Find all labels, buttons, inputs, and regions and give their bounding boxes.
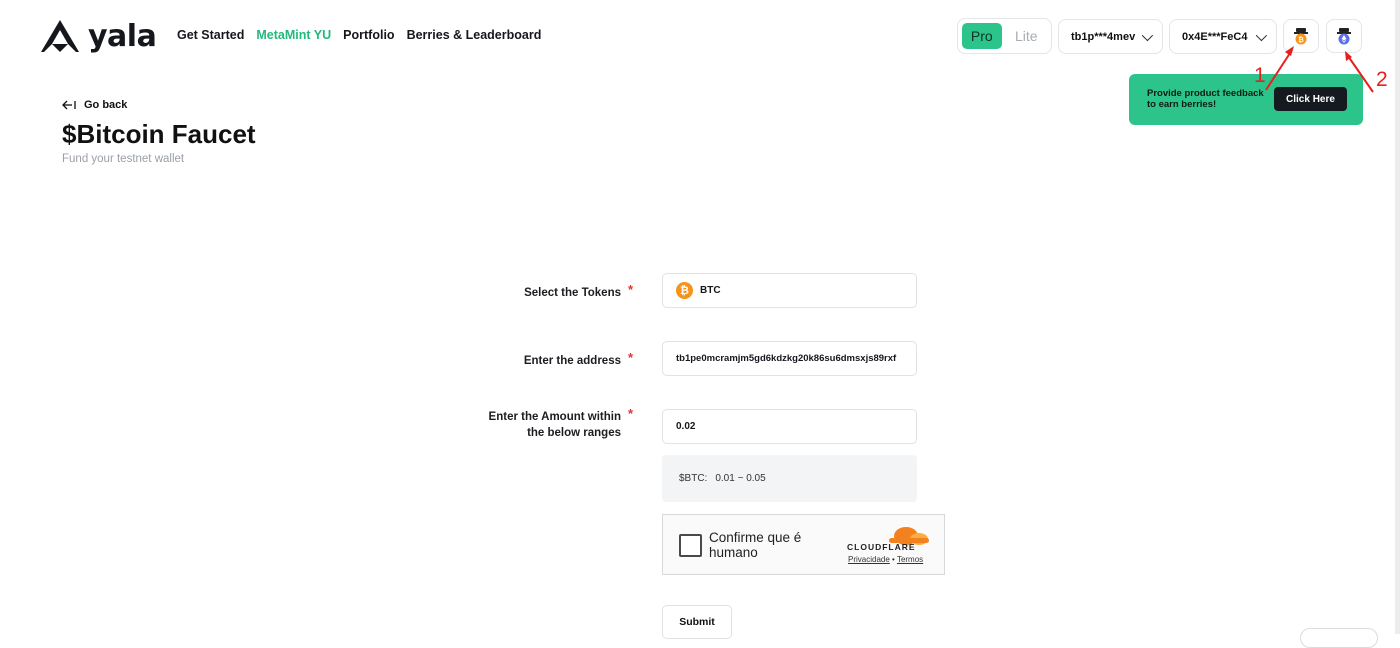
token-select[interactable]: ₿ BTC xyxy=(662,273,917,308)
page-title: $Bitcoin Faucet xyxy=(62,119,256,149)
amount-range-info: $BTC: 0.01 ~ 0.05 xyxy=(662,455,917,502)
brand-name: yala xyxy=(88,18,157,54)
svg-text:₿: ₿ xyxy=(1298,36,1304,44)
feedback-click-here-button[interactable]: Click Here xyxy=(1274,87,1347,111)
chevron-down-icon xyxy=(1141,29,1154,41)
token-label: Select the Tokens xyxy=(524,287,621,299)
link-separator: • xyxy=(892,555,895,564)
range-token: $BTC: xyxy=(679,473,708,484)
evm-wallet-address: 0x4E***FeC4 xyxy=(1182,30,1248,43)
address-label: Enter the address xyxy=(523,355,621,367)
nav-get-started[interactable]: Get Started xyxy=(177,28,244,42)
amount-label: Enter the Amount within the below ranges xyxy=(489,409,621,441)
ethereum-avatar-icon xyxy=(1337,28,1351,45)
privacy-link[interactable]: Privacidade xyxy=(848,555,890,564)
range-value: 0.01 ~ 0.05 xyxy=(715,473,766,484)
annotation-label-2: 2 xyxy=(1376,68,1388,91)
berry-avatar-button[interactable]: ₿ xyxy=(1283,19,1319,53)
page-subtitle: Fund your testnet wallet xyxy=(62,153,185,165)
go-back-label: Go back xyxy=(84,99,128,111)
mode-toggle: Pro Lite xyxy=(957,18,1052,54)
amount-label-line2: the below ranges xyxy=(527,427,621,439)
amount-label-line1: Enter the Amount within xyxy=(488,411,621,423)
nav-portfolio[interactable]: Portfolio xyxy=(343,28,394,42)
captcha-links: Privacidade • Termos xyxy=(848,555,923,564)
back-arrow-icon xyxy=(62,100,76,110)
nav-berries-leaderboard[interactable]: Berries & Leaderboard xyxy=(407,28,542,42)
nav-metamint-yu[interactable]: MetaMint YU xyxy=(256,28,331,42)
bitcoin-icon: ₿ xyxy=(676,282,693,299)
bitcoin-avatar-icon: ₿ xyxy=(1294,28,1308,45)
token-select-value: BTC xyxy=(700,285,721,296)
feedback-banner: Provide product feedback to earn berries… xyxy=(1129,74,1363,125)
required-mark: * xyxy=(628,350,634,365)
captcha-text: Confirme que é humano xyxy=(709,530,802,560)
amount-input[interactable]: 0.02 xyxy=(662,409,917,444)
mode-pro-button[interactable]: Pro xyxy=(962,23,1002,49)
page-scrollbar[interactable] xyxy=(1395,0,1400,634)
yala-logo[interactable]: yala xyxy=(40,18,157,54)
terms-link[interactable]: Termos xyxy=(897,555,923,564)
go-back-link[interactable]: Go back xyxy=(62,99,127,111)
mountain-logo-icon xyxy=(41,20,79,52)
address-input[interactable]: tb1pe0mcramjm5gd6kdzkg20k86su6dmsxjs89rx… xyxy=(662,341,917,376)
main-nav: Get Started MetaMint YU Portfolio Berrie… xyxy=(177,28,541,42)
ethereum-avatar-button[interactable] xyxy=(1326,19,1362,53)
chevron-down-icon xyxy=(1255,29,1268,41)
btc-wallet-dropdown[interactable]: tb1p***4mev xyxy=(1058,19,1163,54)
mode-lite-button[interactable]: Lite xyxy=(1006,23,1047,49)
cloudflare-captcha: Confirme que é humano CLOUDFLARE Privaci… xyxy=(662,514,945,575)
feedback-text: Provide product feedback to earn berries… xyxy=(1147,88,1264,110)
evm-wallet-dropdown[interactable]: 0x4E***FeC4 xyxy=(1169,19,1277,54)
amount-input-value: 0.02 xyxy=(676,421,696,432)
annotation-label-1: 1 xyxy=(1254,64,1266,87)
address-input-value: tb1pe0mcramjm5gd6kdzkg20k86su6dmsxjs89rx… xyxy=(676,353,897,364)
captcha-checkbox[interactable] xyxy=(679,534,702,557)
floating-widget[interactable] xyxy=(1300,628,1378,648)
btc-wallet-address: tb1p***4mev xyxy=(1071,30,1136,43)
required-mark: * xyxy=(628,406,634,421)
required-mark: * xyxy=(628,282,634,297)
top-header: yala Get Started MetaMint YU Portfolio B… xyxy=(0,0,1400,72)
cloudflare-wordmark: CLOUDFLARE xyxy=(847,542,916,552)
